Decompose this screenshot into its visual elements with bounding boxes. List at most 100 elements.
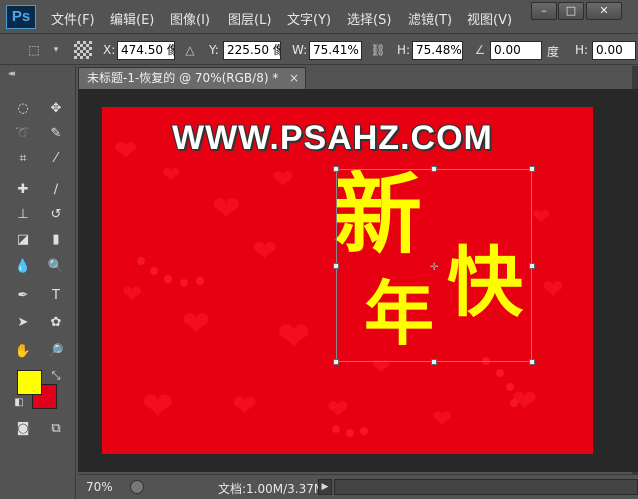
x-field[interactable]: 474.50 像素 bbox=[117, 41, 175, 60]
collapse-panel-icon[interactable]: ◂◂ bbox=[8, 69, 15, 79]
heart-decoration: ❤ bbox=[252, 234, 278, 269]
brush-icon[interactable]: ∕ bbox=[45, 180, 67, 200]
heart-decoration: ❤ bbox=[142, 384, 174, 428]
healing-icon[interactable]: ✚ bbox=[12, 180, 34, 200]
dot-decoration bbox=[180, 279, 188, 287]
quick-select-icon[interactable]: ✎ bbox=[45, 124, 67, 144]
status-bar: 70% 文档:1.00M/3.37M ▶ bbox=[78, 474, 638, 499]
zoom-level-field[interactable]: 70% bbox=[86, 480, 113, 494]
link-icon[interactable]: ⛓ bbox=[370, 42, 386, 58]
angle-icon: ∠ bbox=[474, 43, 486, 57]
heart-decoration: ❤ bbox=[327, 395, 349, 425]
heart-decoration: ❤ bbox=[272, 165, 294, 195]
transform-handle[interactable] bbox=[333, 166, 339, 172]
quick-mask-icon[interactable]: ◙ bbox=[12, 419, 34, 439]
heart-decoration: ❤ bbox=[114, 134, 138, 167]
document-size-info: 文档:1.00M/3.37M bbox=[218, 482, 325, 496]
marquee-icon[interactable]: ◌ bbox=[12, 99, 34, 119]
restore-button[interactable]: □ bbox=[558, 2, 584, 20]
dot-decoration bbox=[346, 429, 354, 437]
transform-handle[interactable] bbox=[529, 166, 535, 172]
minimize-button[interactable]: – bbox=[531, 2, 557, 20]
crop-icon[interactable]: ⌗ bbox=[12, 149, 34, 169]
menu-type[interactable]: 文字(Y) bbox=[287, 9, 331, 28]
menu-file[interactable]: 文件(F) bbox=[51, 9, 95, 28]
hand-icon[interactable]: ✋ bbox=[12, 342, 34, 362]
x-label: X: bbox=[103, 43, 116, 57]
document-tab-title: 未标题-1-恢复的 @ 70%(RGB/8) * bbox=[87, 71, 279, 85]
foreground-color-swatch[interactable] bbox=[17, 370, 42, 395]
watermark-text: WWW.PSAHZ.COM bbox=[172, 119, 493, 157]
horizontal-scrollbar[interactable] bbox=[334, 479, 638, 495]
dot-decoration bbox=[510, 399, 518, 407]
transform-handle[interactable] bbox=[529, 359, 535, 365]
transform-handle[interactable] bbox=[333, 263, 339, 269]
tools-panel: ◂◂ ◌ ✥ ➰ ✎ ⌗ ⁄ ✚ ∕ ⊥ ↺ ◪ ▮ 💧 🔍 ✒ T ➤ ✿ ✋… bbox=[0, 66, 76, 499]
stamp-icon[interactable]: ⊥ bbox=[12, 205, 34, 225]
dot-decoration bbox=[150, 267, 158, 275]
transform-handle[interactable] bbox=[431, 166, 437, 172]
move-icon[interactable]: ✥ bbox=[45, 99, 67, 119]
w-field[interactable]: 75.41% bbox=[309, 41, 362, 60]
angle-field[interactable]: 0.00 bbox=[490, 41, 542, 60]
dodge-icon[interactable]: 🔍 bbox=[45, 257, 67, 277]
lasso-icon[interactable]: ➰ bbox=[12, 124, 34, 144]
heart-decoration: ❤ bbox=[212, 189, 241, 229]
menu-edit[interactable]: 编辑(E) bbox=[110, 9, 154, 28]
type-icon[interactable]: T bbox=[45, 286, 67, 306]
photoshop-logo: Ps bbox=[6, 5, 36, 29]
reference-point-icon[interactable] bbox=[74, 41, 92, 59]
document-canvas[interactable]: ❤ ❤ ❤ ❤ ❤ ❤ ❤ ❤ ❤ ❤ ❤ ❤ ❤ ❤ ❤ ❤ WWW.PSAH… bbox=[102, 107, 593, 454]
menu-layer[interactable]: 图层(L) bbox=[228, 9, 271, 28]
transform-bounding-box[interactable]: ✛ bbox=[333, 166, 535, 365]
menu-view[interactable]: 视图(V) bbox=[467, 9, 512, 28]
menu-filter[interactable]: 滤镜(T) bbox=[408, 9, 452, 28]
status-menu-arrow-icon[interactable]: ▶ bbox=[318, 479, 332, 495]
document-tab[interactable]: 未标题-1-恢复的 @ 70%(RGB/8) * × bbox=[78, 67, 306, 89]
close-window-button[interactable]: ✕ bbox=[586, 2, 622, 20]
eyedropper-icon[interactable]: ⁄ bbox=[45, 149, 67, 169]
zoom-icon[interactable]: 🔎 bbox=[45, 342, 67, 362]
options-bar: ⬚ ▾ X: 474.50 像素 △ Y: 225.50 像素 W: 75.41… bbox=[0, 35, 638, 65]
eraser-icon[interactable]: ◪ bbox=[12, 230, 34, 250]
heart-decoration: ❤ bbox=[182, 304, 211, 344]
dropdown-arrow-icon[interactable]: ▾ bbox=[48, 42, 64, 58]
delta-icon[interactable]: △ bbox=[182, 42, 198, 58]
transform-handle[interactable] bbox=[529, 263, 535, 269]
canvas-workspace[interactable]: ❤ ❤ ❤ ❤ ❤ ❤ ❤ ❤ ❤ ❤ ❤ ❤ ❤ ❤ ❤ ❤ WWW.PSAH… bbox=[78, 89, 638, 472]
transform-handle[interactable] bbox=[431, 359, 437, 365]
angle-unit-label: 度 bbox=[547, 45, 560, 59]
heart-decoration: ❤ bbox=[122, 280, 143, 308]
history-brush-icon[interactable]: ↺ bbox=[45, 205, 67, 225]
dot-decoration bbox=[164, 275, 172, 283]
transform-tool-icon[interactable]: ⬚ bbox=[26, 42, 42, 58]
h-label: H: bbox=[397, 43, 411, 57]
heart-decoration: ❤ bbox=[542, 275, 564, 305]
heart-decoration: ❤ bbox=[232, 389, 258, 424]
heart-decoration: ❤ bbox=[162, 163, 181, 188]
transform-center-icon[interactable]: ✛ bbox=[430, 262, 438, 273]
close-tab-icon[interactable]: × bbox=[289, 68, 299, 89]
shape-icon[interactable]: ✿ bbox=[45, 313, 67, 333]
w-label: W: bbox=[292, 43, 308, 57]
dot-decoration bbox=[506, 383, 514, 391]
menu-select[interactable]: 选择(S) bbox=[347, 9, 391, 28]
blur-icon[interactable]: 💧 bbox=[12, 257, 34, 277]
y-label: Y: bbox=[209, 43, 219, 57]
h-field[interactable]: 75.48% bbox=[412, 41, 463, 60]
transform-handle[interactable] bbox=[333, 359, 339, 365]
heart-decoration: ❤ bbox=[532, 205, 551, 230]
hskew-field[interactable]: 0.00 bbox=[592, 41, 636, 60]
hskew-label: H: bbox=[575, 43, 589, 57]
gradient-icon[interactable]: ▮ bbox=[45, 230, 67, 250]
screen-mode-icon[interactable]: ⧉ bbox=[45, 419, 67, 439]
y-field[interactable]: 225.50 像素 bbox=[223, 41, 281, 60]
path-select-icon[interactable]: ➤ bbox=[12, 313, 34, 333]
default-colors-icon[interactable]: ◧ bbox=[8, 393, 30, 413]
dot-decoration bbox=[360, 427, 368, 435]
pen-icon[interactable]: ✒ bbox=[12, 286, 34, 306]
heart-decoration: ❤ bbox=[432, 405, 453, 433]
status-info-icon[interactable] bbox=[130, 480, 144, 494]
swap-colors-icon[interactable]: ⤡ bbox=[45, 366, 67, 386]
menu-image[interactable]: 图像(I) bbox=[170, 9, 210, 28]
